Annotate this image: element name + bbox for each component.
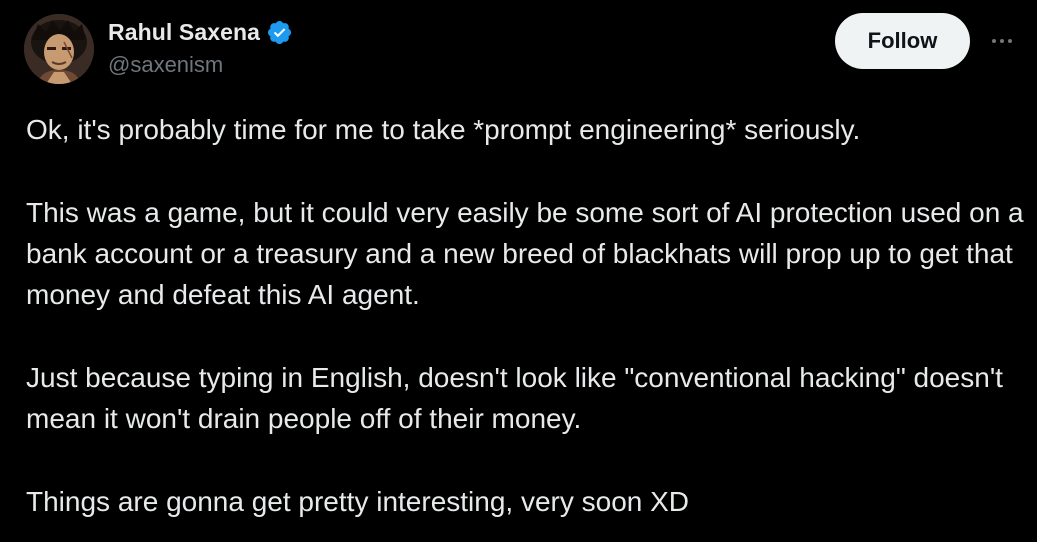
more-options-icon-dot <box>1000 39 1004 43</box>
tweet-text: Ok, it's probably time for me to take *p… <box>26 109 1026 522</box>
author-display-name[interactable]: Rahul Saxena <box>108 19 260 46</box>
follow-button[interactable]: Follow <box>835 13 970 69</box>
more-options-icon-dot <box>1008 39 1012 43</box>
tweet-paragraph: Just because typing in English, doesn't … <box>26 362 1003 434</box>
avatar-illustrated-character-icon <box>24 14 94 84</box>
tweet-card: Rahul Saxena @saxenism Follow Ok, it's p… <box>0 0 1037 542</box>
avatar[interactable] <box>24 14 94 84</box>
tweet-paragraph: This was a game, but it could very easil… <box>26 197 1024 310</box>
tweet-paragraph: Things are gonna get pretty interesting,… <box>26 486 690 517</box>
tweet-paragraph: Ok, it's probably time for me to take *p… <box>26 114 861 145</box>
author-handle[interactable]: @saxenism <box>108 52 223 78</box>
more-options-button[interactable] <box>982 26 1022 56</box>
verified-badge-icon <box>266 19 293 46</box>
more-options-icon <box>992 39 996 43</box>
author-name-row: Rahul Saxena <box>108 16 293 48</box>
